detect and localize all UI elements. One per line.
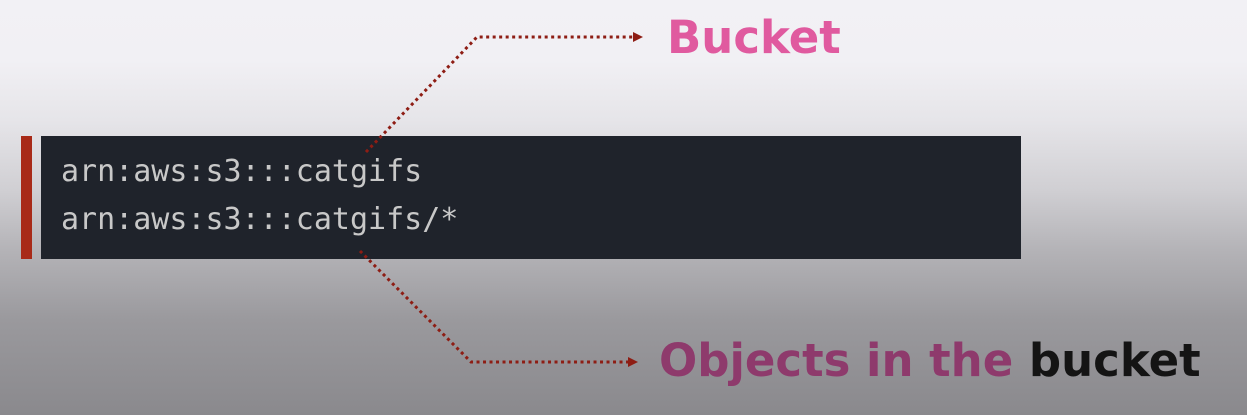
objects-in-bucket-label: Objects in the bucket [659,333,1201,389]
bucket-label: Bucket [667,11,841,64]
bucket-connector-arrow [364,32,643,154]
objects-connector-arrow [358,249,638,367]
objects-label-suffix: bucket [1028,334,1201,387]
objects-label-prefix: Objects in the [659,334,1014,387]
